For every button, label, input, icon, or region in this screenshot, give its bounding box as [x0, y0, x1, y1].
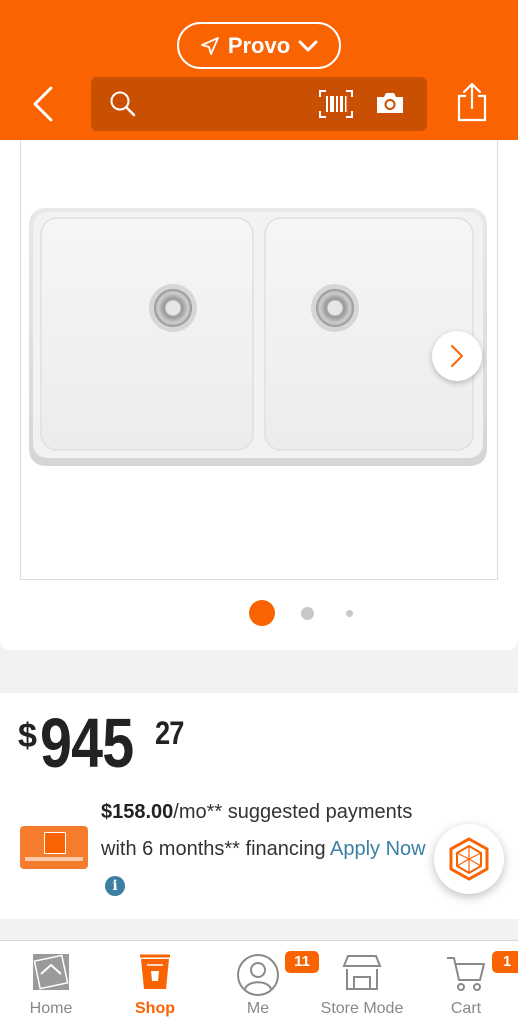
user-icon — [237, 954, 279, 996]
cart-icon — [447, 957, 485, 991]
apply-now-link[interactable]: Apply Now — [330, 838, 426, 860]
back-button[interactable] — [26, 84, 60, 124]
nav-home[interactable]: Home — [6, 941, 96, 1020]
product-image[interactable] — [20, 140, 498, 580]
share-icon — [457, 82, 487, 122]
hexagon-logo-icon — [449, 837, 489, 881]
nav-label: Shop — [135, 1000, 175, 1017]
nav-me[interactable]: 11 Me — [213, 941, 319, 1020]
cart-count-badge: 1 — [492, 951, 518, 973]
pagination-dot[interactable] — [301, 607, 314, 620]
credit-card-image — [20, 826, 88, 869]
barcode-icon — [319, 90, 353, 118]
search-bar[interactable] — [91, 77, 427, 131]
product-page: Provo $ 945 27 $158.00/mo** suggested pa… — [0, 0, 518, 1020]
price-section: $ 945 27 $158.00/mo** suggested payments… — [0, 693, 518, 919]
price-dollars: 945 — [40, 704, 134, 782]
nav-label: Home — [29, 1000, 73, 1017]
search-icon — [110, 91, 136, 117]
share-button[interactable] — [456, 82, 488, 127]
app-header: Provo — [0, 0, 518, 140]
financing-text-line2: with 6 months** financing Apply Now — [101, 838, 458, 861]
chevron-down-icon — [298, 40, 318, 51]
store-icon — [342, 955, 382, 990]
location-selector[interactable]: Provo — [177, 22, 341, 69]
pagination-dot-active[interactable] — [249, 600, 275, 626]
nav-label: Me — [246, 1000, 270, 1017]
gallery-pagination — [0, 599, 518, 627]
camera-search-button[interactable] — [375, 91, 405, 120]
barcode-scan-button[interactable] — [319, 90, 353, 123]
camera-icon — [377, 93, 403, 113]
card-number-stripe — [25, 857, 83, 861]
price-currency: $ — [18, 717, 37, 755]
nav-label: Cart — [450, 1000, 482, 1017]
nav-shop[interactable]: Shop — [110, 941, 200, 1020]
shop-bucket-icon — [140, 954, 170, 989]
product-gallery — [0, 140, 518, 650]
price-cents: 27 — [155, 715, 184, 751]
financing-term: with 6 months** financing — [101, 838, 331, 860]
sink-image — [29, 208, 487, 466]
search-input[interactable] — [147, 87, 397, 121]
location-arrow-icon — [200, 36, 219, 55]
home-depot-logo — [44, 832, 66, 854]
location-name: Provo — [227, 32, 291, 58]
pagination-dot[interactable] — [346, 610, 353, 617]
assistant-button[interactable] — [434, 824, 504, 894]
chevron-right-icon — [451, 345, 463, 367]
chevron-left-icon — [33, 86, 53, 122]
nav-cart[interactable]: 1 Cart — [421, 941, 518, 1020]
next-image-button[interactable] — [432, 331, 482, 381]
bottom-nav: Home Shop 11 Me Store Mode 1 Cart — [0, 940, 518, 1020]
monthly-amount: $158.00 — [101, 801, 174, 823]
info-icon[interactable]: i — [105, 876, 125, 896]
nav-label: Store Mode — [320, 1000, 404, 1017]
home-depot-icon — [33, 954, 69, 990]
nav-store-mode[interactable]: Store Mode — [302, 941, 422, 1020]
monthly-suffix: /mo** suggested payments — [173, 801, 413, 823]
financing-text-line1: $158.00/mo** suggested payments — [101, 801, 412, 824]
